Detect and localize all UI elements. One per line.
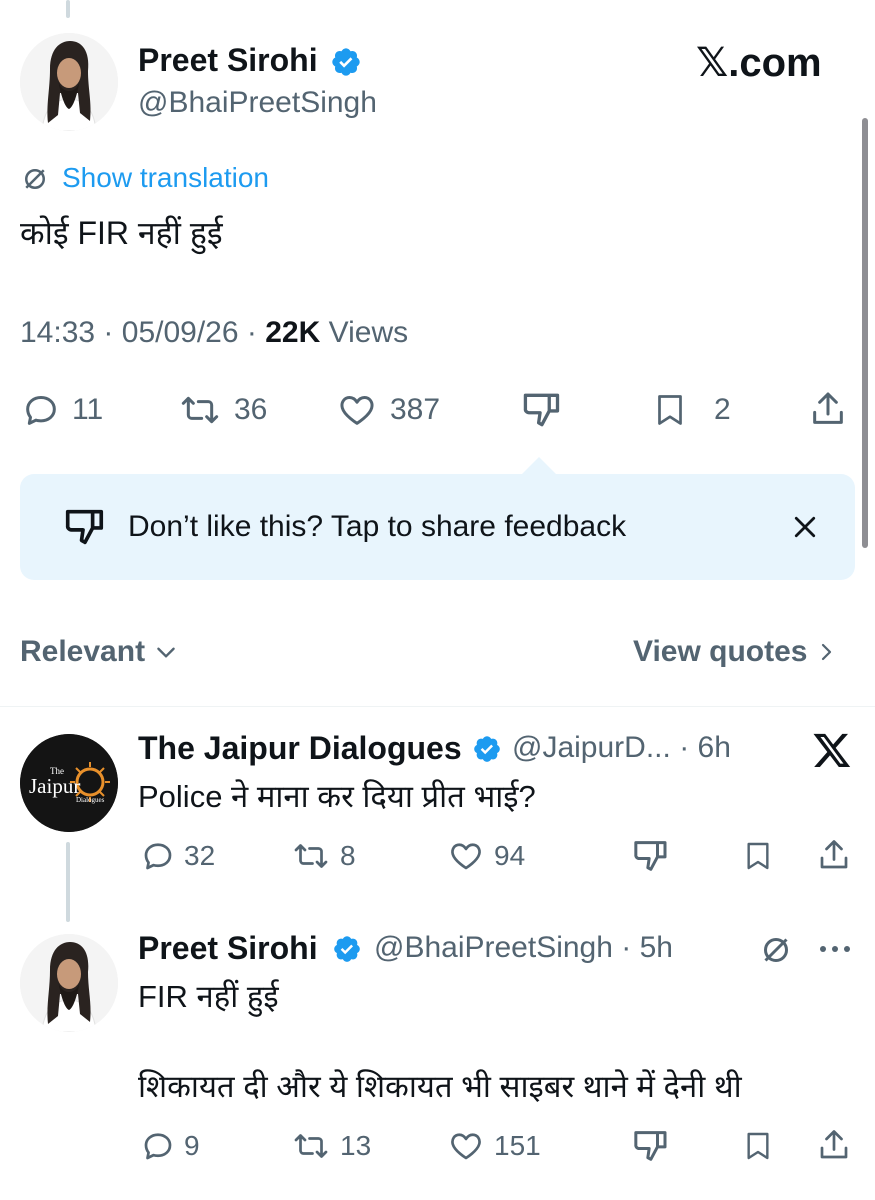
- meta-separator: ·: [246, 316, 257, 349]
- repost-button[interactable]: 8: [290, 838, 356, 874]
- translate-icon: [20, 164, 50, 194]
- reply-author-name[interactable]: Preet Sirohi: [138, 928, 318, 968]
- divider: [0, 706, 875, 707]
- dislike-icon: [630, 1126, 670, 1166]
- reply-avatar[interactable]: [20, 934, 118, 1032]
- reply-text: Police ने माना कर दिया प्रीत भाई?: [138, 779, 536, 814]
- close-icon[interactable]: [790, 512, 820, 542]
- reply-handle-text: @BhaiPreetSingh: [374, 931, 613, 964]
- verified-badge-icon: [330, 46, 362, 83]
- share-button[interactable]: [816, 1126, 852, 1164]
- like-button[interactable]: 387: [334, 390, 440, 430]
- post-text: कोई FIR नहीं हुई: [20, 215, 223, 251]
- feedback-text: Don’t like this? Tap to share feedback: [128, 510, 627, 543]
- like-button[interactable]: 151: [446, 1128, 541, 1164]
- chevron-right-icon: [814, 639, 838, 665]
- share-button[interactable]: [816, 836, 852, 874]
- repost-count: 8: [340, 840, 356, 871]
- reply-time: · 5h: [621, 931, 673, 964]
- post-meta: 14:33 · 05/09/26 · 22K Views: [20, 314, 408, 352]
- thread-line-top: [66, 0, 70, 18]
- translate-icon[interactable]: [758, 932, 794, 968]
- reply-author-name[interactable]: The Jaipur Dialogues: [138, 728, 462, 768]
- like-icon: [446, 838, 486, 874]
- like-button[interactable]: 94: [446, 838, 525, 874]
- like-count: 387: [390, 393, 441, 426]
- bookmark-icon: [742, 838, 774, 874]
- avatar-text: Jaipur: [29, 774, 81, 798]
- views-count[interactable]: 22K: [265, 316, 320, 349]
- reply-handle[interactable]: @JaipurD... · 6h: [512, 728, 731, 768]
- reply-text-line1: FIR नहीं हुई: [138, 979, 279, 1014]
- reply-icon: [140, 838, 176, 874]
- repost-icon: [176, 390, 224, 430]
- sort-label: Relevant: [20, 635, 146, 668]
- share-icon: [816, 836, 852, 874]
- author-name[interactable]: Preet Sirohi: [138, 40, 318, 80]
- share-icon: [816, 1126, 852, 1164]
- like-icon: [446, 1128, 486, 1164]
- reply-button[interactable]: 11: [20, 390, 103, 430]
- bookmark-icon: [652, 390, 688, 430]
- show-translation-link[interactable]: Show translation: [62, 160, 269, 196]
- reply-icon: [140, 1128, 176, 1164]
- chevron-down-icon: [153, 639, 179, 665]
- bookmark-icon: [742, 1128, 774, 1164]
- author-avatar[interactable]: [20, 33, 118, 131]
- repost-icon: [290, 1128, 332, 1164]
- dislike-icon: [630, 836, 670, 876]
- x-logo: 𝕏.com: [696, 41, 822, 85]
- more-icon[interactable]: [818, 942, 852, 956]
- reply-count: 9: [184, 1130, 200, 1161]
- dislike-button[interactable]: [518, 388, 564, 432]
- like-icon: [334, 390, 380, 430]
- repost-button[interactable]: 36: [176, 390, 267, 430]
- reply-avatar[interactable]: The Jaipur Dialogues: [20, 734, 118, 832]
- feedback-banner[interactable]: Don’t like this? Tap to share feedback: [20, 474, 855, 580]
- reply-handle-text: @JaipurD...: [512, 731, 671, 764]
- sort-relevant-button[interactable]: Relevant: [20, 632, 179, 672]
- avatar-text-bottom: Dialogues: [76, 796, 105, 804]
- bookmark-button[interactable]: [742, 838, 774, 874]
- reply-text-line2: शिकायत दी और ये शिकायत भी साइबर थाने में…: [138, 1069, 742, 1104]
- repost-icon: [290, 838, 332, 874]
- reply-button[interactable]: 32: [140, 838, 215, 874]
- author-handle[interactable]: @BhaiPreetSingh: [138, 84, 377, 122]
- bookmark-count: 2: [714, 393, 731, 426]
- share-icon: [808, 388, 848, 430]
- repost-button[interactable]: 13: [290, 1128, 371, 1164]
- reply-count: 32: [184, 840, 216, 871]
- dislike-icon: [518, 388, 564, 432]
- reply-icon: [20, 390, 62, 430]
- reply-count: 11: [72, 393, 104, 426]
- share-button[interactable]: [808, 388, 848, 430]
- repost-count: 13: [340, 1130, 372, 1161]
- post-date[interactable]: 05/09/26: [122, 316, 239, 349]
- verified-badge-icon: [332, 934, 362, 969]
- post-time[interactable]: 14:33: [20, 316, 95, 349]
- bookmark-button[interactable]: [742, 1128, 774, 1164]
- reply-time: · 6h: [679, 731, 731, 764]
- meta-separator: ·: [103, 316, 114, 349]
- scrollbar[interactable]: [862, 118, 868, 548]
- bookmark-button[interactable]: 2: [652, 390, 731, 430]
- dislike-button[interactable]: [630, 1126, 670, 1166]
- dislike-icon: [60, 504, 108, 550]
- repost-count: 36: [234, 393, 268, 426]
- like-count: 94: [494, 840, 526, 871]
- x-logo-icon: [812, 730, 852, 770]
- reply-handle[interactable]: @BhaiPreetSingh · 5h: [374, 928, 673, 968]
- dislike-button[interactable]: [630, 836, 670, 876]
- verified-badge-icon: [472, 734, 502, 769]
- reply-button[interactable]: 9: [140, 1128, 200, 1164]
- views-label: Views: [328, 316, 409, 349]
- view-quotes-link[interactable]: View quotes: [633, 632, 838, 672]
- thread-connector: [66, 842, 70, 922]
- view-quotes-label: View quotes: [633, 635, 808, 668]
- like-count: 151: [494, 1130, 541, 1161]
